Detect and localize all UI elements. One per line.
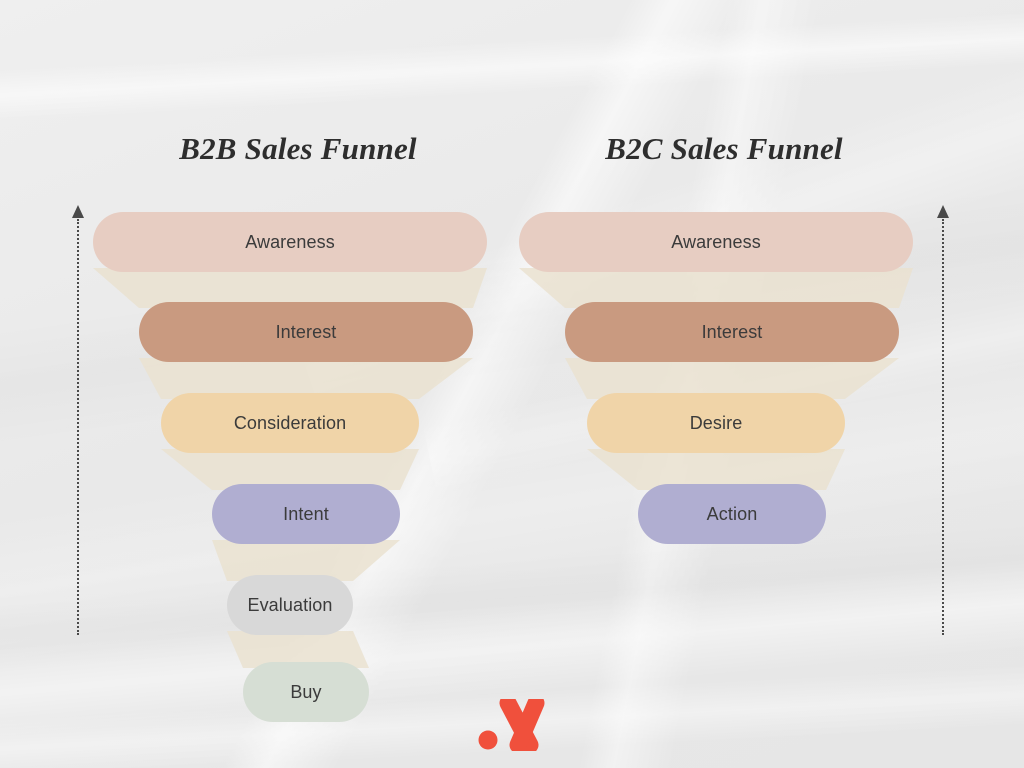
funnel-stage-b2b-5[interactable]: Evaluation xyxy=(227,575,353,635)
arrow-up-icon xyxy=(937,205,949,218)
funnel-stage-b2c-4[interactable]: Action xyxy=(638,484,826,544)
funnel-b2b-stages: Awareness Interest Consideration Intent Eval… xyxy=(68,0,528,768)
funnel-stage-label: Buy xyxy=(290,681,322,702)
funnel-stage-b2c-1[interactable]: Awareness xyxy=(519,212,913,272)
funnel-stage-label: Interest xyxy=(275,321,337,342)
funnel-stage-label: Action xyxy=(706,503,758,524)
funnel-stage-b2b-1[interactable]: Awareness xyxy=(93,212,487,272)
funnel-stage-label: Intent xyxy=(283,503,329,524)
funnel-stage-label: Awareness xyxy=(245,231,335,252)
funnel-stage-b2b-6[interactable]: Buy xyxy=(243,662,369,722)
funnel-stage-label: Consideration xyxy=(233,412,347,433)
funnel-stage-b2b-4[interactable]: Intent xyxy=(212,484,400,544)
progress-axis-right xyxy=(935,205,951,635)
dotted-line xyxy=(942,219,944,635)
funnel-stage-b2c-2[interactable]: Interest xyxy=(565,302,899,362)
funnel-stage-label: Awareness xyxy=(671,231,761,252)
funnel-stage-b2b-3[interactable]: Consideration xyxy=(161,393,419,453)
progress-axis-left xyxy=(70,205,86,635)
funnel-b2c-stages: Awareness Interest Desire Action xyxy=(494,0,954,768)
arrow-up-icon xyxy=(72,205,84,218)
brand-logo-icon xyxy=(478,699,545,751)
funnel-stage-label: Interest xyxy=(701,321,763,342)
slide-canvas: B2B Sales Funnel Awareness Interest Consid… xyxy=(0,0,1024,768)
funnel-stage-label: Evaluation xyxy=(247,594,333,615)
funnel-stage-b2c-3[interactable]: Desire xyxy=(587,393,845,453)
funnel-b2b: B2B Sales Funnel Awareness Interest Consid… xyxy=(68,0,528,768)
funnel-stage-b2b-2[interactable]: Interest xyxy=(139,302,473,362)
funnel-stage-label: Desire xyxy=(689,412,743,433)
dotted-line xyxy=(77,219,79,635)
funnel-b2c: B2C Sales Funnel Awareness Interest Desire… xyxy=(494,0,954,768)
